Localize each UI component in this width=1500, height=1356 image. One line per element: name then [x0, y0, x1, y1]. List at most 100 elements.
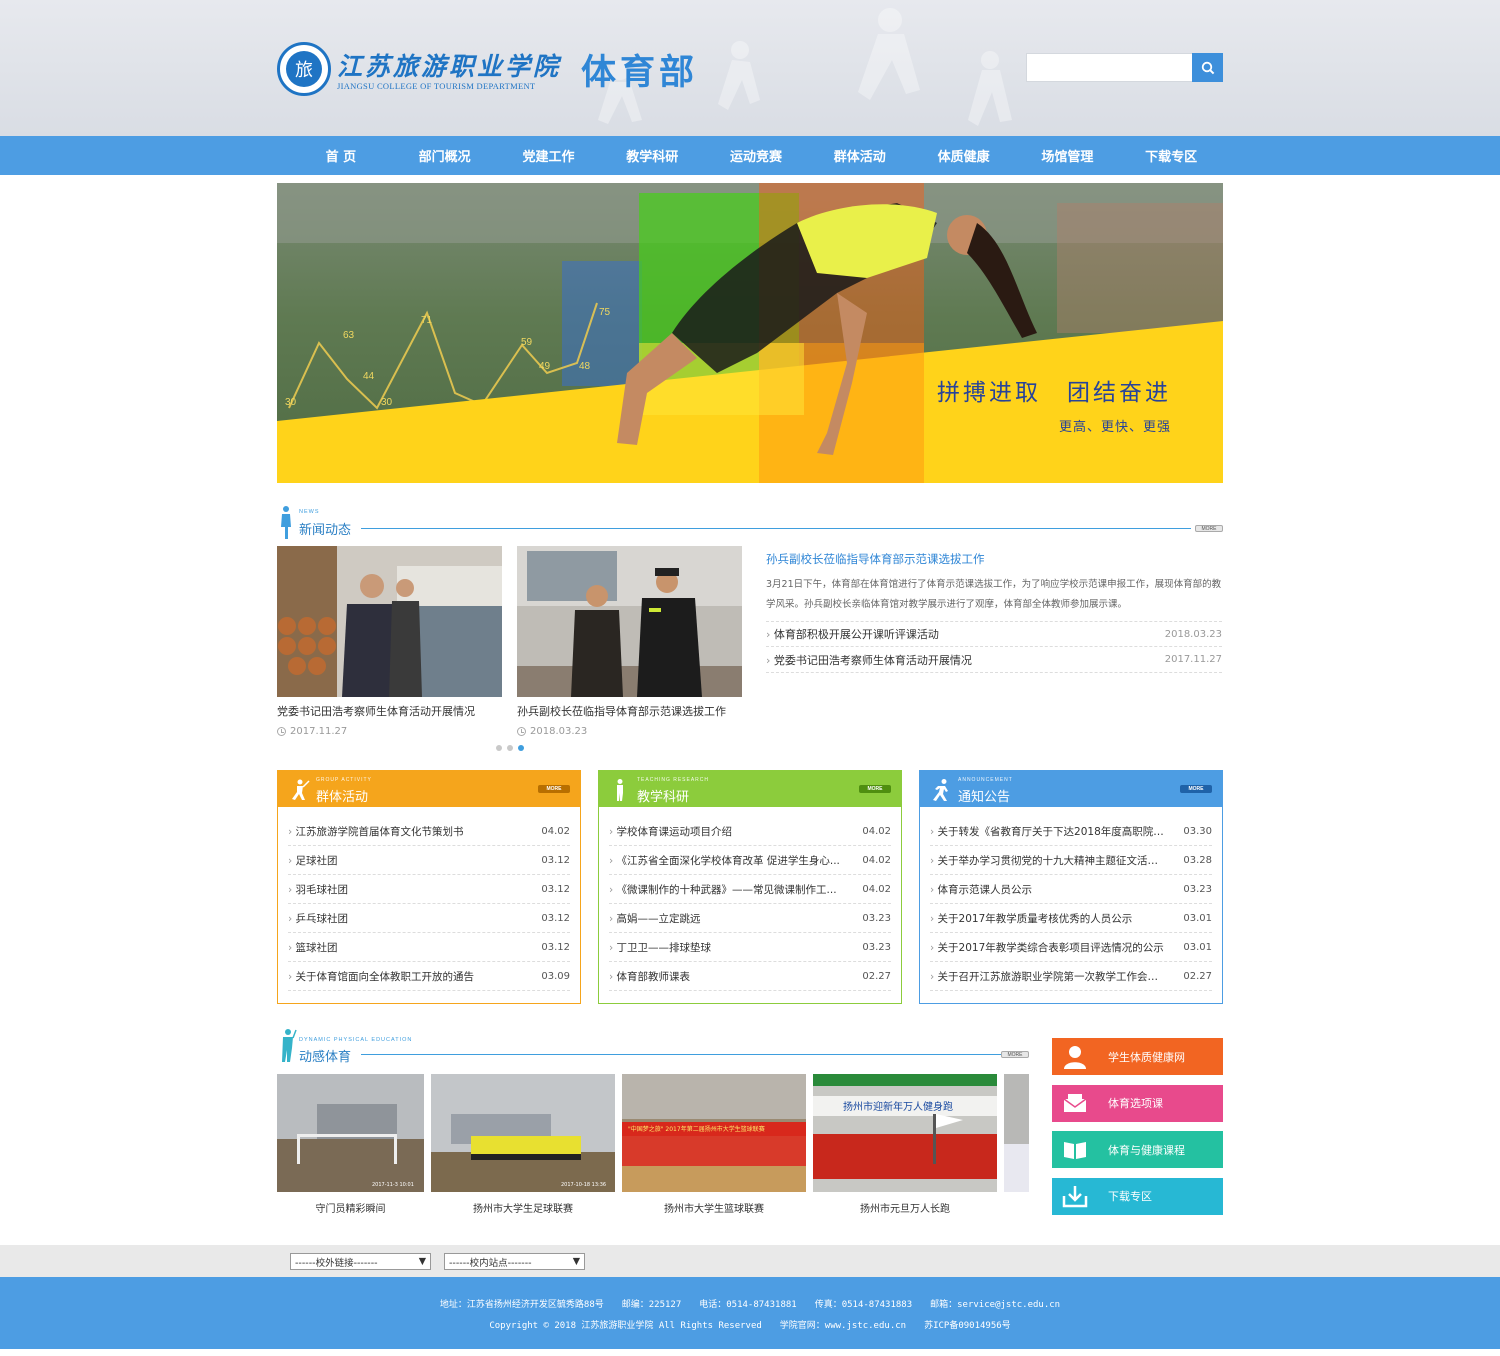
- carousel-dot[interactable]: [495, 745, 502, 751]
- dynamic-more-button[interactable]: MORE: [1001, 1051, 1029, 1058]
- item-date: 03.01: [1183, 941, 1212, 953]
- panel-title-en: TEACHING RESEARCH: [637, 777, 710, 783]
- list-item[interactable]: 关于召开江苏旅游职业学院第一次教学工作会议... 02.27: [930, 962, 1212, 991]
- book-icon: [1064, 1141, 1086, 1159]
- search-input[interactable]: [1026, 53, 1192, 82]
- dynamic-header: DYNAMIC PHYSICAL EDUCATION 动感体育 MORE: [277, 1028, 1029, 1065]
- list-item[interactable]: 关于2017年教学质量考核优秀的人员公示 03.01: [930, 904, 1212, 933]
- news-title: 新闻动态: [299, 523, 352, 538]
- chart-label: 59: [521, 337, 533, 348]
- news-item-date: 2017.11.27: [1164, 654, 1222, 665]
- list-item[interactable]: 乒乓球社团 03.12: [288, 904, 570, 933]
- list-item[interactable]: 关于转发《省教育厅关于下达2018年度高职院校... 03.30: [930, 817, 1212, 846]
- panel-more-button[interactable]: MORE: [859, 785, 891, 793]
- item-date: 03.23: [862, 912, 891, 924]
- item-title: 江苏旅游学院首届体育文化节策划书: [288, 824, 464, 839]
- news-item-date: 2018.03.23: [1164, 628, 1222, 640]
- select-value: ------校内站点-------: [449, 1257, 532, 1269]
- list-item[interactable]: 《微课制作的十种武器》——常见微课制作工... 04.02: [609, 875, 891, 904]
- item-date: 03.23: [862, 941, 891, 953]
- list-item[interactable]: 《江苏省全面深化学校体育改革 促进学生身心... 04.02: [609, 846, 891, 875]
- news-item-title: 体育部积极开展公开课听评课活动: [766, 626, 939, 642]
- banner-slogan: 拼搏进取 团结奋进 更高、更快、更强: [937, 373, 1171, 435]
- news-section: NEWS 新闻动态 MORE 党委书记田浩考察师生体育活动开展情况 2017.1…: [277, 505, 1223, 751]
- carousel-dot-active[interactable]: [517, 745, 524, 751]
- list-item[interactable]: 体育示范课人员公示 03.23: [930, 875, 1212, 904]
- user-icon: [1064, 1045, 1086, 1069]
- photo-timestamp: 2017-10-18 13:36: [561, 1182, 606, 1188]
- nav-about[interactable]: 部门概况: [393, 146, 497, 165]
- item-title: 丁卫卫——排球垫球: [609, 940, 712, 955]
- nav-download[interactable]: 下载专区: [1119, 146, 1223, 165]
- list-item[interactable]: 足球社团 03.12: [288, 846, 570, 875]
- item-date: 03.12: [541, 854, 570, 866]
- links-bar: ------校外链接------- ▼ ------校内站点------- ▼: [0, 1245, 1500, 1277]
- carousel-dot[interactable]: [506, 745, 513, 751]
- list-item[interactable]: 江苏旅游学院首届体育文化节策划书 04.02: [288, 817, 570, 846]
- dynamic-title-en: DYNAMIC PHYSICAL EDUCATION: [299, 1037, 413, 1043]
- item-title: 关于转发《省教育厅关于下达2018年度高职院校...: [930, 824, 1168, 839]
- list-item[interactable]: 关于举办学习贯彻党的十九大精神主题征文活动... 03.28: [930, 846, 1212, 875]
- panel-title: 通知公告: [958, 790, 1011, 805]
- nav-competition[interactable]: 运动竞赛: [704, 146, 808, 165]
- chevron-down-icon: ▼: [418, 1256, 426, 1267]
- chart-label: 71: [421, 315, 433, 326]
- chart-label: 63: [343, 330, 355, 341]
- quick-link-label: 学生体质健康网: [1108, 1050, 1185, 1064]
- nav-home[interactable]: 首 页: [289, 146, 393, 165]
- news-item-title: 党委书记田浩考察师生体育活动开展情况: [766, 652, 972, 668]
- list-item[interactable]: 羽毛球社团 03.12: [288, 875, 570, 904]
- panel-more-button[interactable]: MORE: [538, 785, 570, 793]
- featured-news-title[interactable]: 孙兵副校长莅临指导体育部示范课选拔工作: [766, 551, 1222, 567]
- photo-item[interactable]: "中国梦之旅" 2017年第二届扬州市大学生篮球联赛 扬州市大学生篮球联赛: [622, 1074, 806, 1215]
- list-item[interactable]: 关于2017年教学类综合表彰项目评选情况的公示 03.01: [930, 933, 1212, 962]
- nav-group[interactable]: 群体活动: [808, 146, 912, 165]
- item-title: 体育部教师课表: [609, 969, 691, 984]
- nav-party[interactable]: 党建工作: [497, 146, 601, 165]
- photo-item[interactable]: 2017-11-3 10:01 守门员精彩瞬间: [277, 1074, 424, 1215]
- item-date: 03.12: [541, 941, 570, 953]
- photo-caption: 扬州市元旦万人长跑: [860, 1204, 950, 1215]
- search-button[interactable]: [1192, 53, 1223, 82]
- news-card-caption: 党委书记田浩考察师生体育活动开展情况: [277, 705, 475, 718]
- news-photo: [277, 546, 502, 697]
- photo-item[interactable]: 2017-10-18 13:36 扬州市大学生足球联赛: [431, 1074, 615, 1215]
- photo-item[interactable]: 扬州市迎新年万人健身跑 扬州市元旦万人长跑: [813, 1074, 997, 1215]
- list-item[interactable]: 体育部积极开展公开课听评课活动 2018.03.23: [766, 621, 1222, 647]
- news-more-button[interactable]: MORE: [1195, 525, 1223, 532]
- list-item[interactable]: 高娟——立定跳远 03.23: [609, 904, 891, 933]
- photo-item[interactable]: [1004, 1074, 1029, 1215]
- item-date: 04.02: [541, 825, 570, 837]
- item-date: 04.02: [862, 883, 891, 895]
- footer-copyright: Copyright © 2018 江苏旅游职业学院 All Rights Res…: [489, 1321, 1011, 1331]
- list-item[interactable]: 关于体育馆面向全体教职工开放的通告 03.09: [288, 962, 570, 991]
- department-name: 体育部: [581, 52, 699, 93]
- internal-links-select[interactable]: ------校内站点------- ▼: [444, 1253, 585, 1270]
- dynamic-title: 动感体育: [299, 1050, 352, 1065]
- hero-banner[interactable]: 30 63 44 30 71 59 49 48 75 拼搏进取 团结奋进 更高、…: [277, 183, 1223, 483]
- quick-link-course[interactable]: 体育与健康课程: [1052, 1131, 1223, 1168]
- group-activity-panel: GROUP ACTIVITY 群体活动 MORE 江苏旅游学院首届体育文化节策划…: [277, 770, 581, 1004]
- nav-teaching[interactable]: 教学科研: [600, 146, 704, 165]
- nav-venue[interactable]: 场馆管理: [1015, 146, 1119, 165]
- nav-health[interactable]: 体质健康: [912, 146, 1016, 165]
- slogan-main: 拼搏进取 团结奋进: [937, 380, 1171, 406]
- external-links-select[interactable]: ------校外链接------- ▼: [290, 1253, 431, 1270]
- panel-title-en: GROUP ACTIVITY: [316, 777, 372, 783]
- list-item[interactable]: 学校体育课运动项目介绍 04.02: [609, 817, 891, 846]
- site-logo[interactable]: 旅 江苏旅游职业学院 JIANGSU COLLEGE OF TOURISM DE…: [277, 42, 698, 96]
- list-item[interactable]: 篮球社团 03.12: [288, 933, 570, 962]
- news-card[interactable]: 党委书记田浩考察师生体育活动开展情况 2017.11.27: [277, 546, 502, 737]
- list-item[interactable]: 丁卫卫——排球垫球 03.23: [609, 933, 891, 962]
- list-item[interactable]: 党委书记田浩考察师生体育活动开展情况 2017.11.27: [766, 647, 1222, 673]
- panel-more-button[interactable]: MORE: [1180, 785, 1212, 793]
- news-list: 体育部积极开展公开课听评课活动 2018.03.23 党委书记田浩考察师生体育活动…: [766, 621, 1222, 673]
- news-card[interactable]: 孙兵副校长莅临指导体育部示范课选拔工作 2018.03.23: [517, 546, 742, 737]
- item-title: 关于2017年教学类综合表彰项目评选情况的公示: [930, 940, 1164, 955]
- quick-link-download[interactable]: 下载专区: [1052, 1177, 1223, 1215]
- list-item[interactable]: 体育部教师课表 02.27: [609, 962, 891, 991]
- item-title: 体育示范课人员公示: [930, 882, 1033, 897]
- quick-link-elective[interactable]: 体育选项课: [1052, 1084, 1223, 1122]
- news-card-caption: 孙兵副校长莅临指导体育部示范课选拔工作: [517, 705, 726, 718]
- quick-link-fitness[interactable]: 学生体质健康网: [1052, 1038, 1223, 1075]
